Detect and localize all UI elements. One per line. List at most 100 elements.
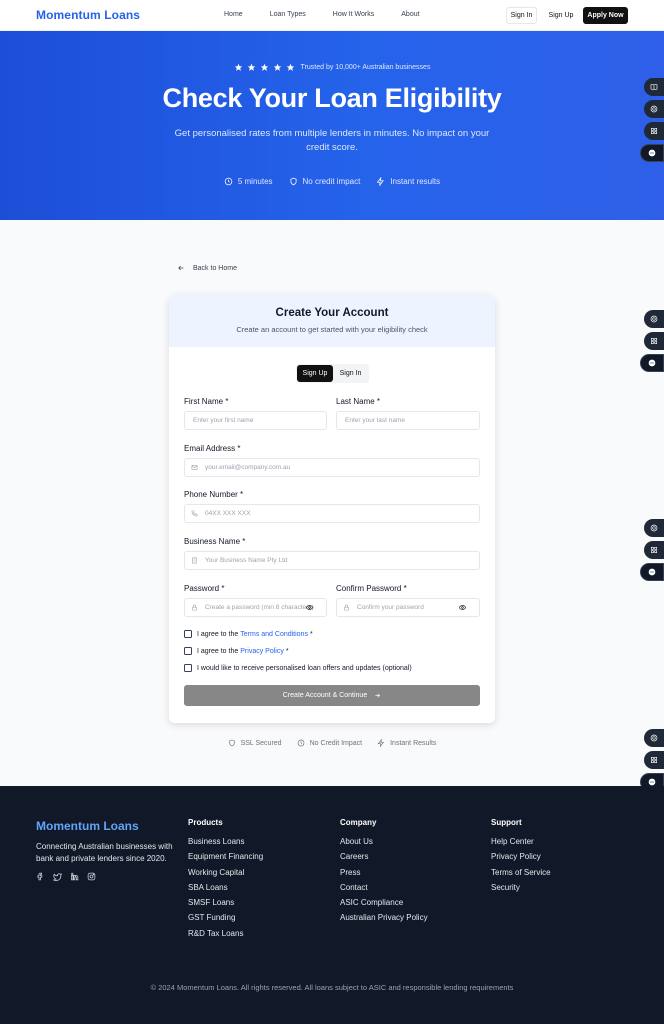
phone-label: Phone Number * [184, 490, 244, 499]
first-name-input[interactable]: Enter your first name [184, 411, 327, 430]
footer-link[interactable]: About Us [340, 837, 428, 846]
nav-sign-up-button[interactable]: Sign Up [543, 7, 579, 24]
hero-title: Check Your Loan Eligibility [162, 83, 502, 113]
badge-instant-label: Instant Results [390, 739, 437, 747]
hero-subtitle: Get personalised rates from multiple len… [174, 128, 490, 153]
footer-link[interactable]: Press [340, 868, 428, 877]
email-input[interactable]: your.email@company.com.au [184, 458, 480, 477]
footer-link[interactable]: Australian Privacy Policy [340, 913, 428, 922]
terms-text: I agree to the [197, 630, 239, 638]
footer-company-title: Company [340, 818, 377, 827]
footer-link[interactable]: Business Loans [188, 837, 263, 846]
lightning-icon [377, 739, 385, 747]
book-float-button[interactable] [644, 78, 664, 96]
badge-ssl-label: SSL Secured [240, 739, 282, 747]
target-float-button[interactable] [644, 100, 664, 118]
target-float-button[interactable] [644, 519, 664, 537]
grid-float-button[interactable] [644, 751, 664, 769]
social-links [36, 872, 96, 881]
twitter-icon[interactable] [53, 872, 62, 881]
bot-float-button[interactable] [640, 563, 664, 581]
grid-float-button[interactable] [644, 122, 664, 140]
brand-logo[interactable]: Momentum Loans [36, 8, 140, 22]
first-name-placeholder: Enter your first name [193, 417, 254, 424]
create-account-button[interactable]: Create Account & Continue [184, 685, 480, 706]
arrow-right-icon [375, 693, 381, 698]
last-name-placeholder: Enter your last name [345, 417, 405, 424]
confirm-password-placeholder: Confirm your password [357, 604, 424, 611]
business-input[interactable]: Your Business Name Pty Ltd [184, 551, 480, 570]
password-input[interactable]: Create a password (min 8 characters) [184, 598, 327, 617]
nav-links: Home Loan Types How It Works About [224, 11, 420, 18]
bot-float-button[interactable] [640, 144, 664, 162]
nav-link-how-it-works[interactable]: How It Works [333, 11, 375, 18]
nav-apply-button[interactable]: Apply Now [583, 7, 628, 24]
privacy-link[interactable]: Privacy Policy [240, 648, 284, 655]
footer-link[interactable]: Equipment Financing [188, 852, 263, 861]
footer-link[interactable]: Help Center [491, 837, 551, 846]
nav-sign-in-button[interactable]: Sign In [506, 7, 537, 24]
create-account-label: Create Account & Continue [282, 692, 368, 699]
footer-support: Support Help Center Privacy Policy Terms… [491, 818, 551, 898]
nav-link-about[interactable]: About [401, 11, 419, 18]
footer-tagline: Connecting Australian businesses with ba… [36, 842, 173, 863]
grid-float-button[interactable] [644, 541, 664, 559]
eye-icon[interactable] [459, 604, 466, 611]
lock-icon [192, 604, 197, 611]
footer-link[interactable]: Privacy Policy [491, 852, 551, 861]
tab-sign-in[interactable]: Sign In [333, 365, 368, 382]
trust-text: Trusted by 10,000+ Australian businesses [300, 64, 431, 71]
last-name-input[interactable]: Enter your last name [336, 411, 480, 430]
footer-link[interactable]: SMSF Loans [188, 898, 263, 907]
card-description: Create an account to get started with yo… [236, 325, 428, 334]
linkedin-icon[interactable] [70, 872, 79, 881]
feature-instant-label: Instant results [390, 177, 441, 186]
privacy-checkbox-row: I agree to the Privacy Policy * [184, 647, 289, 655]
footer-brand: Momentum Loans [36, 819, 139, 833]
bot-float-button[interactable] [640, 354, 664, 372]
footer-link[interactable]: Terms of Service [491, 868, 551, 877]
hero-features: 5 minutes No credit impact Instant resul… [0, 177, 664, 186]
badge-instant: Instant Results [377, 739, 436, 747]
email-placeholder: your.email@company.com.au [205, 464, 291, 471]
instagram-icon[interactable] [87, 872, 96, 881]
signup-card: Create Your Account Create an account to… [169, 295, 495, 723]
terms-link[interactable]: Terms and Conditions [240, 631, 308, 638]
tab-sign-up[interactable]: Sign Up [297, 365, 333, 382]
footer-link[interactable]: R&D Tax Loans [188, 929, 263, 938]
marketing-checkbox[interactable] [184, 664, 192, 672]
bot-icon [648, 568, 656, 576]
privacy-checkbox[interactable] [184, 647, 192, 655]
footer-link[interactable]: GST Funding [188, 913, 263, 922]
phone-icon [191, 510, 198, 517]
auth-tabs: Sign Up Sign In [296, 364, 369, 383]
clock-icon [297, 739, 304, 747]
grid-icon [651, 128, 657, 134]
footer-link[interactable]: Working Capital [188, 868, 263, 877]
facebook-icon[interactable] [36, 872, 45, 881]
footer-link[interactable]: ASIC Compliance [340, 898, 428, 907]
lock-icon [344, 604, 349, 611]
feature-credit-label: No credit impact [302, 177, 361, 186]
footer-link[interactable]: Security [491, 883, 551, 892]
card-title: Create Your Account [275, 307, 389, 319]
phone-input[interactable]: 04XX XXX XXX [184, 504, 480, 523]
shield-icon [290, 177, 297, 186]
back-to-home-link[interactable]: Back to Home [177, 264, 237, 272]
footer-link[interactable]: Contact [340, 883, 428, 892]
nav-link-home[interactable]: Home [224, 11, 243, 18]
eye-icon[interactable] [306, 604, 313, 611]
star-icon [260, 63, 268, 71]
terms-checkbox[interactable] [184, 630, 192, 638]
target-float-button[interactable] [644, 310, 664, 328]
bot-icon [648, 149, 656, 157]
target-icon [650, 315, 658, 323]
grid-float-button[interactable] [644, 332, 664, 350]
feature-time-label: 5 minutes [237, 177, 273, 186]
marketing-text: I would like to receive personalised loa… [197, 664, 412, 672]
confirm-password-input[interactable]: Confirm your password [336, 598, 480, 617]
footer-link[interactable]: SBA Loans [188, 883, 263, 892]
footer-link[interactable]: Careers [340, 852, 428, 861]
nav-link-loan-types[interactable]: Loan Types [270, 11, 306, 18]
terms-required: * [309, 630, 313, 638]
